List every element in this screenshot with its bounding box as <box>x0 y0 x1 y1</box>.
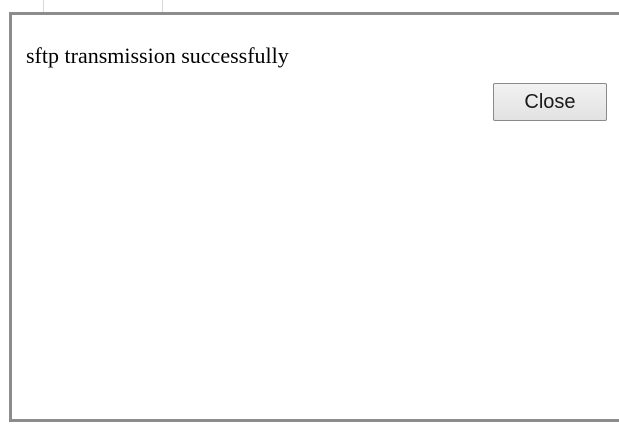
close-button[interactable]: Close <box>493 83 607 121</box>
background-page-strip <box>0 0 619 12</box>
background-divider <box>162 0 163 12</box>
background-divider <box>43 0 44 12</box>
dialog-message: sftp transmission successfully <box>26 43 289 68</box>
screen: sftp transmission successfully Close <box>0 0 619 425</box>
message-dialog: sftp transmission successfully Close <box>9 12 619 422</box>
